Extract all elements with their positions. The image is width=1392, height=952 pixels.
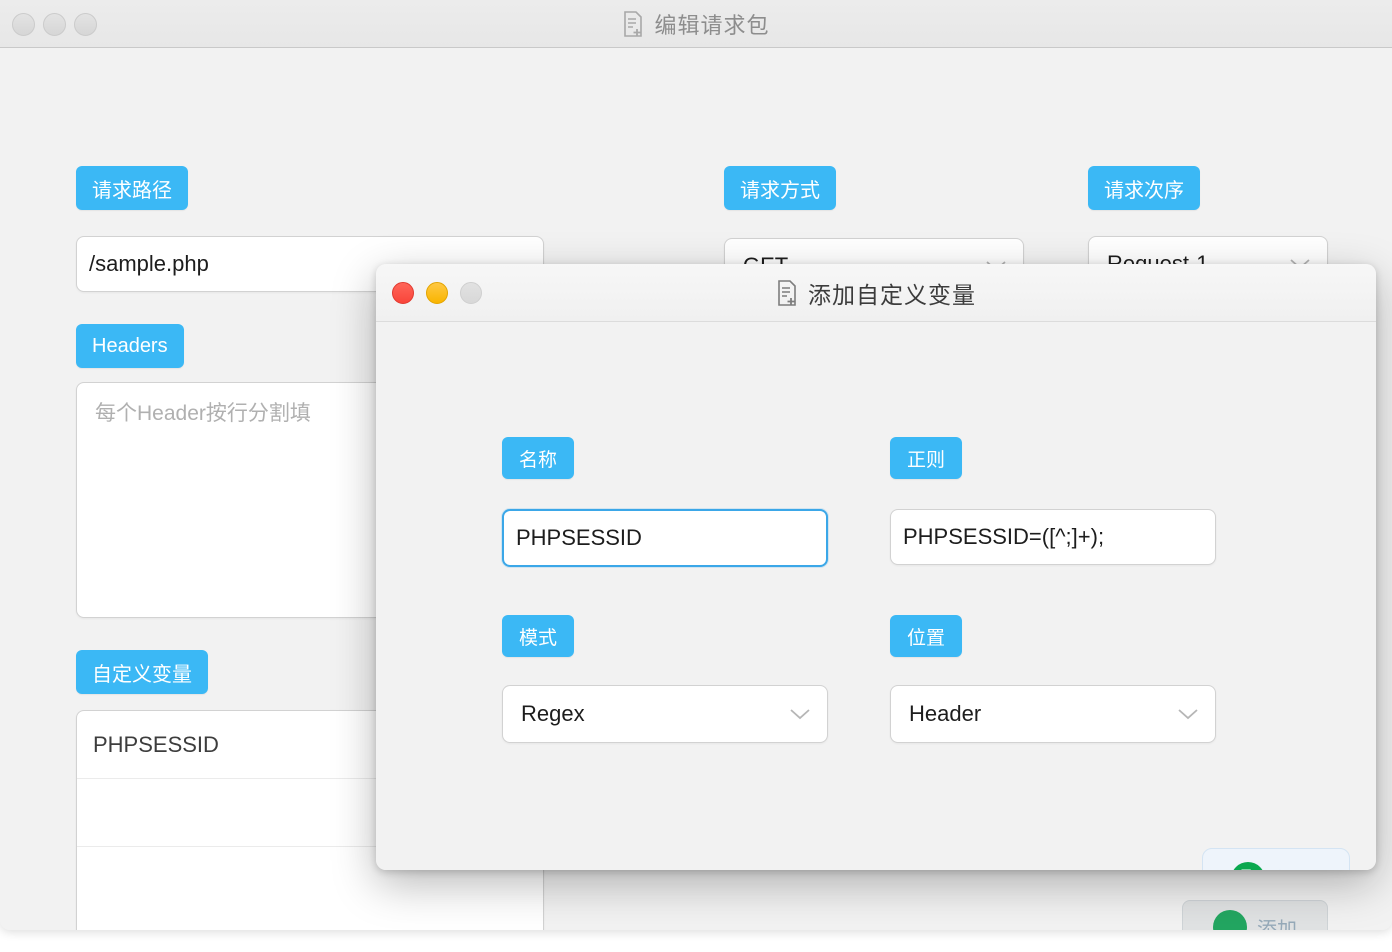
screen: 编辑请求包 请求路径 /sample.php 请求方式 GET 请求次序 Req… — [0, 0, 1392, 952]
add-document-icon — [1229, 860, 1267, 870]
variable-mode-label: 模式 — [502, 615, 574, 657]
request-path-label: 请求路径 — [76, 166, 188, 210]
document-plus-icon — [776, 280, 798, 306]
variable-mode-select[interactable]: Regex — [502, 685, 828, 743]
main-add-variable-button[interactable]: 添加 — [1182, 900, 1328, 930]
close-button[interactable] — [12, 13, 35, 36]
add-custom-variable-dialog: 添加自定义变量 名称 PHPSESSID 正则 PHPSESSID=([^;]+… — [376, 264, 1376, 870]
main-window-traffic-lights — [12, 0, 97, 48]
variable-position-value: Header — [909, 701, 981, 727]
dialog-zoom-button — [460, 282, 482, 304]
variable-position-select[interactable]: Header — [890, 685, 1216, 743]
headers-label: Headers — [76, 324, 184, 368]
dialog-content: 名称 PHPSESSID 正则 PHPSESSID=([^;]+); 模式 Re… — [376, 322, 1376, 870]
main-window-titlebar: 编辑请求包 — [0, 0, 1392, 48]
custom-variables-label: 自定义变量 — [76, 650, 208, 694]
chevron-down-icon — [1177, 701, 1199, 727]
dialog-close-button[interactable] — [392, 282, 414, 304]
dialog-title-group: 添加自定义变量 — [376, 276, 1376, 310]
variable-position-label: 位置 — [890, 615, 962, 657]
zoom-button[interactable] — [74, 13, 97, 36]
dialog-titlebar: 添加自定义变量 — [376, 264, 1376, 322]
main-window-title-group: 编辑请求包 — [0, 8, 1392, 40]
variable-name-input[interactable]: PHPSESSID — [502, 509, 828, 567]
variable-name-label: 名称 — [502, 437, 574, 479]
minimize-button[interactable] — [43, 13, 66, 36]
variable-regex-label: 正则 — [890, 437, 962, 479]
main-window-title: 编辑请求包 — [654, 8, 769, 40]
main-add-variable-label: 添加 — [1257, 913, 1297, 931]
chevron-down-icon — [789, 701, 811, 727]
dialog-traffic-lights — [392, 264, 482, 322]
dialog-add-button[interactable]: 添加 — [1202, 848, 1350, 870]
request-method-label: 请求方式 — [724, 166, 836, 210]
dialog-minimize-button[interactable] — [426, 282, 448, 304]
dialog-title: 添加自定义变量 — [808, 276, 976, 310]
add-document-icon — [1213, 910, 1247, 930]
document-plus-icon — [622, 11, 644, 37]
variable-mode-value: Regex — [521, 701, 585, 727]
request-sequence-label: 请求次序 — [1088, 166, 1200, 210]
variable-regex-input[interactable]: PHPSESSID=([^;]+); — [890, 509, 1216, 565]
dialog-add-label: 添加 — [1277, 862, 1323, 870]
